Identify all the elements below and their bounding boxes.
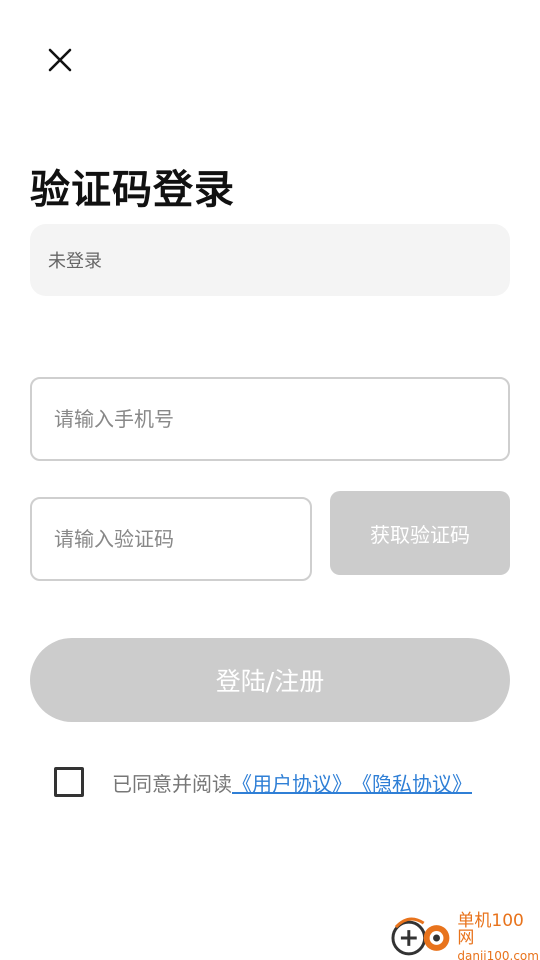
watermark-logo-icon	[391, 917, 450, 956]
page-title: 验证码登录	[30, 167, 235, 213]
agreement-checkbox[interactable]	[54, 767, 84, 797]
verification-code-input[interactable]	[54, 527, 288, 551]
login-page: 验证码登录 未登录 获取验证码 登陆/注册 已同意并阅读 《用户协议》 《隐私协…	[0, 0, 540, 960]
agreement-prefix: 已同意并阅读	[112, 771, 232, 796]
login-status-text: 未登录	[48, 251, 102, 272]
watermark: 单机100网 danji100.com	[390, 910, 540, 960]
phone-input[interactable]	[54, 407, 486, 431]
user-agreement-link[interactable]: 《用户协议》	[232, 768, 352, 797]
watermark-brand-url: danji100.com	[457, 948, 539, 960]
login-status-box: 未登录	[30, 224, 510, 296]
agreement-row: 已同意并阅读 《用户协议》 《隐私协议》	[54, 766, 472, 798]
get-code-button[interactable]: 获取验证码	[330, 491, 510, 575]
phone-field[interactable]	[30, 377, 510, 461]
login-register-button[interactable]: 登陆/注册	[30, 638, 510, 722]
close-button[interactable]	[42, 42, 78, 78]
code-field[interactable]	[30, 497, 312, 581]
close-icon	[48, 48, 72, 72]
watermark-brand-cn: 单机100网	[457, 910, 524, 948]
privacy-policy-link[interactable]: 《隐私协议》	[352, 768, 472, 797]
